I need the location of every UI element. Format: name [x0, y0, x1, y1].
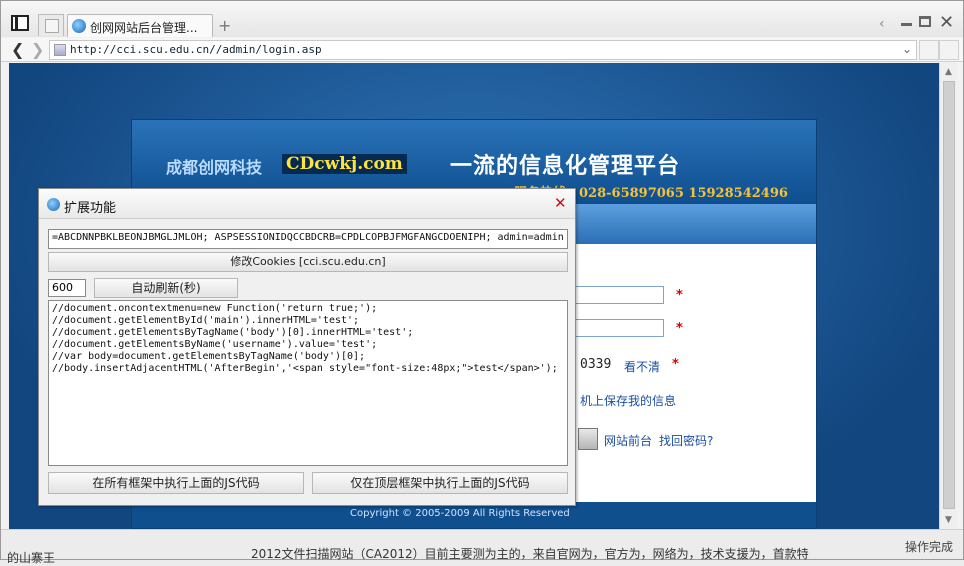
- back-icon[interactable]: ❮: [11, 40, 24, 59]
- js-line: //document.getElementsByTagName('body')[…: [52, 327, 414, 338]
- address-bar: ❮ ❯ http://cci.scu.edu.cn//admin/login.a…: [1, 38, 963, 62]
- modify-cookies-button[interactable]: 修改Cookies [cci.scu.edu.cn]: [48, 252, 568, 272]
- sidebar-toggle-icon[interactable]: [11, 15, 29, 31]
- js-line: //document.getElementById('main').innerH…: [52, 315, 360, 326]
- required-mark: *: [676, 288, 683, 303]
- scroll-up-icon[interactable]: ▲: [945, 67, 952, 77]
- js-line: //document.getElementsByName('username')…: [52, 339, 378, 350]
- refresh-captcha-link[interactable]: 看不清: [624, 358, 660, 375]
- vertical-scrollbar[interactable]: ▲ ▼: [939, 63, 957, 529]
- js-line: //body.insertAdjacentHTML('AfterBegin','…: [52, 363, 558, 374]
- toolbar-button[interactable]: [939, 40, 959, 60]
- run-js-all-frames-button[interactable]: 在所有框架中执行上面的JS代码: [48, 472, 304, 494]
- forgot-password-link[interactable]: 找回密码?: [659, 432, 713, 449]
- brand-name: 成都创网科技: [166, 158, 263, 177]
- chevron-down-icon[interactable]: ⌄: [902, 42, 912, 56]
- chevron-left-icon[interactable]: ‹: [879, 16, 885, 32]
- browser-window: 创网网站后台管理... + ‹ ✕ ❮ ❯ http://cci.scu.edu…: [0, 0, 964, 565]
- dialog-title: 扩展功能: [64, 201, 117, 216]
- run-js-top-frame-button[interactable]: 仅在顶层框架中执行上面的JS代码: [312, 472, 568, 494]
- login-button[interactable]: [578, 428, 598, 450]
- globe-icon: [72, 19, 86, 33]
- background-text: 的山寨王: [7, 551, 56, 565]
- close-window-icon[interactable]: ✕: [939, 12, 954, 33]
- tab-active[interactable]: 创网网站后台管理...: [67, 14, 213, 37]
- close-icon[interactable]: ✕: [554, 194, 567, 212]
- cookie-input[interactable]: =ABCDNNPBKLBEONJBMGLJMLOH; ASPSESSIONIDQ…: [48, 229, 568, 249]
- refresh-interval-input[interactable]: 600: [48, 279, 86, 297]
- url-text: http://cci.scu.edu.cn//admin/login.asp: [70, 43, 322, 56]
- tab-blank[interactable]: [38, 14, 64, 36]
- brand-logo: CDcwkj.com: [282, 154, 407, 174]
- required-mark: *: [672, 357, 679, 372]
- front-site-link[interactable]: 网站前台: [604, 432, 652, 449]
- captcha-code: 0339: [580, 357, 612, 372]
- maximize-icon[interactable]: [919, 16, 931, 27]
- new-tab-button[interactable]: +: [218, 16, 231, 35]
- copyright: Copyright © 2005-2009 All Rights Reserve…: [350, 508, 570, 519]
- toolbar-button[interactable]: [919, 40, 939, 60]
- js-code-textarea[interactable]: //document.oncontextmenu=new Function('r…: [48, 300, 568, 466]
- required-mark: *: [676, 321, 683, 336]
- tab-bar: 创网网站后台管理... + ‹ ✕: [1, 1, 963, 37]
- minimize-icon[interactable]: [901, 23, 912, 26]
- tab-title: 创网网站后台管理...: [90, 21, 198, 35]
- dialog-titlebar[interactable]: 扩展功能 ✕: [39, 189, 575, 219]
- slogan: 一流的信息化管理平台: [450, 154, 681, 179]
- save-info-checkbox-label[interactable]: 机上保存我的信息: [580, 392, 676, 409]
- password-input[interactable]: [572, 319, 664, 337]
- background-text: 2012文件扫描网站（CA2012）目前主要测为主的，来自官网为，官方为，网络为…: [251, 547, 809, 561]
- username-input[interactable]: [572, 286, 664, 304]
- js-line: //document.oncontextmenu=new Function('r…: [52, 303, 378, 314]
- status-text: 操作完成: [904, 540, 953, 554]
- globe-icon: [47, 198, 60, 211]
- forward-icon[interactable]: ❯: [31, 40, 44, 59]
- page-icon: [54, 44, 66, 56]
- url-input[interactable]: http://cci.scu.edu.cn//admin/login.asp ⌄: [49, 40, 917, 60]
- scroll-thumb[interactable]: [943, 81, 955, 509]
- scroll-down-icon[interactable]: ▼: [945, 515, 952, 525]
- extension-dialog: 扩展功能 ✕ =ABCDNNPBKLBEONJBMGLJMLOH; ASPSES…: [38, 188, 576, 506]
- js-line: //var body=document.getElementsByTagName…: [52, 351, 366, 362]
- auto-refresh-button[interactable]: 自动刷新(秒): [94, 278, 238, 298]
